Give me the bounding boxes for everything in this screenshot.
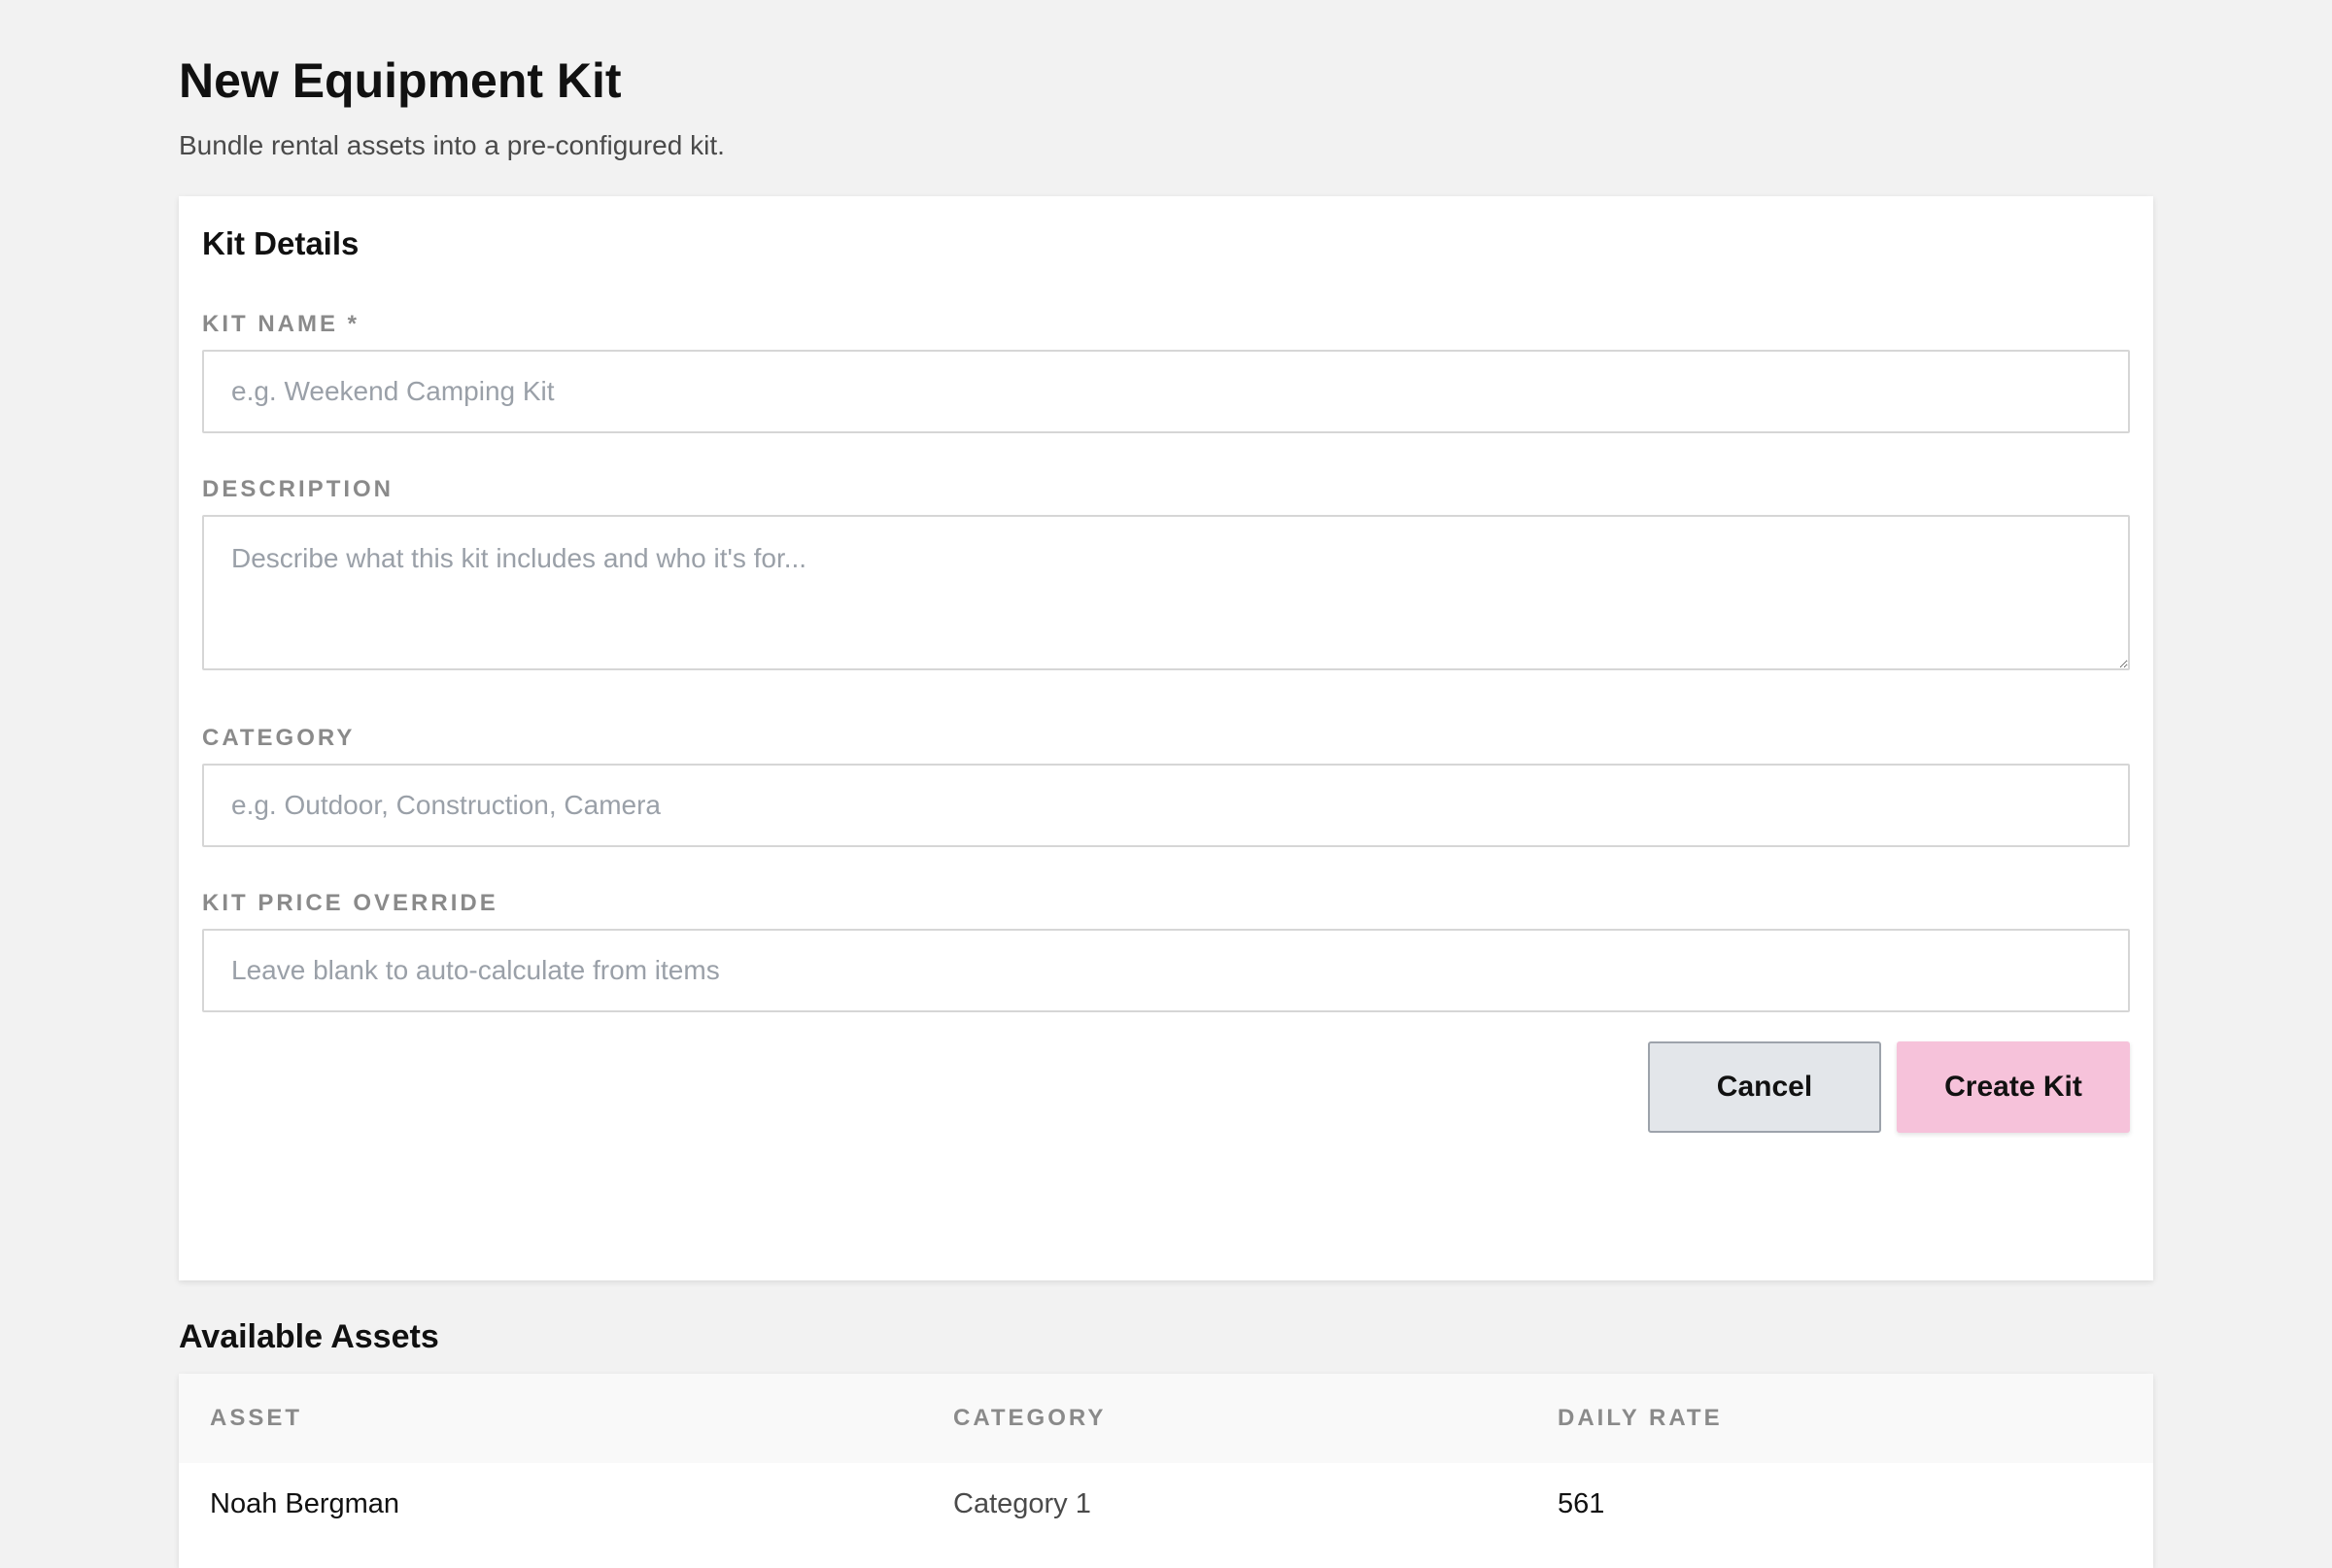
table-row[interactable]: Noah Bergman Category 1 561 [179, 1463, 2153, 1560]
page: New Equipment Kit Bundle rental assets i… [0, 0, 2332, 1568]
category-input[interactable] [202, 764, 2130, 847]
cancel-button[interactable]: Cancel [1648, 1041, 1881, 1133]
category-label: CATEGORY [202, 725, 356, 751]
column-header-daily-rate[interactable]: DAILY RATE [1558, 1403, 1723, 1434]
kit-name-label: KIT NAME * [202, 311, 360, 337]
kit-details-card: Kit Details KIT NAME * DESCRIPTION CATEG… [179, 196, 2153, 1280]
column-header-category[interactable]: CATEGORY [953, 1403, 1106, 1434]
daily-rate-cell: 561 [1558, 1488, 1605, 1519]
price-override-input[interactable] [202, 929, 2130, 1012]
create-kit-button[interactable]: Create Kit [1897, 1041, 2130, 1133]
category-cell: Category 1 [953, 1488, 1091, 1519]
page-subtitle: Bundle rental assets into a pre-configur… [179, 130, 725, 160]
description-label: DESCRIPTION [202, 476, 394, 502]
available-assets-title: Available Assets [179, 1318, 439, 1355]
assets-table: ASSET CATEGORY DAILY RATE Noah Bergman C… [179, 1374, 2153, 1568]
kit-details-title: Kit Details [202, 225, 360, 261]
description-textarea[interactable] [202, 515, 2130, 670]
price-override-label: KIT PRICE OVERRIDE [202, 890, 498, 916]
column-header-asset[interactable]: ASSET [210, 1403, 302, 1434]
page-title: New Equipment Kit [179, 53, 622, 108]
asset-cell: Noah Bergman [210, 1488, 400, 1519]
kit-name-input[interactable] [202, 350, 2130, 433]
table-header: ASSET CATEGORY DAILY RATE [179, 1374, 2153, 1463]
